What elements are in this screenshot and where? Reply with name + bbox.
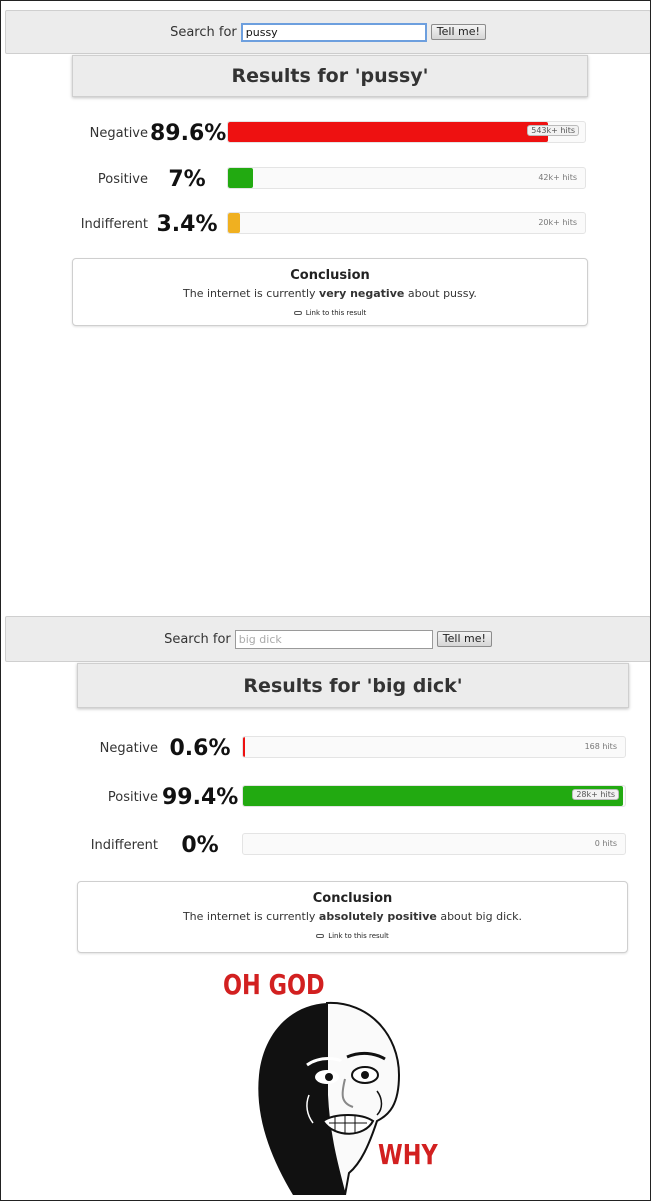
result-screen-1: Search for Tell me! Results for 'pussy' … [0, 0, 651, 600]
conclusion-box: Conclusion The internet is currently ver… [72, 258, 588, 326]
row-positive: Positive 99.4% 28k+ hits [0, 785, 630, 810]
conclusion-text: The internet is currently very negative … [73, 287, 587, 300]
tell-me-button[interactable]: Tell me! [430, 24, 486, 40]
search-bar: Search for Tell me! [5, 10, 651, 54]
conclusion-suffix: about big dick. [440, 910, 523, 923]
conclusion-prefix: The internet is currently [182, 910, 316, 923]
link-icon [316, 934, 325, 938]
link-label: Link to this result [328, 932, 389, 940]
hits-count: 20k+ hits [538, 218, 577, 227]
results-title: Results for 'big dick' [77, 663, 629, 708]
search-input[interactable] [240, 22, 427, 42]
link-to-result[interactable]: Link to this result [78, 932, 627, 940]
conclusion-title: Conclusion [312, 891, 393, 906]
row-label: Negative [89, 126, 148, 141]
conclusion-box: Conclusion The internet is currently abs… [77, 881, 628, 953]
conclusion-text: The internet is currently absolutely pos… [78, 910, 627, 923]
sentiment-bar: 168 hits [242, 736, 626, 758]
search-label: Search for [170, 24, 237, 40]
hits-count: 42k+ hits [538, 173, 577, 182]
sentiment-bar: 42k+ hits [227, 167, 586, 189]
row-percent: 0% [181, 833, 219, 858]
row-indifferent: Indifferent 3.4% 20k+ hits [0, 212, 600, 237]
hits-count: 543k+ hits [527, 125, 579, 136]
sentiment-bar: 0 hits [242, 833, 626, 855]
row-percent: 0.6% [169, 736, 231, 761]
search-bar: Search for Tell me! [5, 616, 651, 662]
row-label: Negative [99, 741, 158, 756]
row-percent: 3.4% [156, 212, 218, 237]
row-negative: Negative 0.6% 168 hits [0, 736, 630, 761]
sentiment-bar-fill [228, 213, 240, 233]
result-screen-2: Search for Tell me! Results for 'big dic… [0, 608, 651, 968]
conclusion-title: Conclusion [290, 268, 370, 283]
sentiment-bar: 28k+ hits [242, 785, 626, 807]
row-percent: 89.6% [150, 121, 227, 146]
hits-count: 0 hits [594, 839, 617, 848]
conclusion-prefix: The internet is currently [183, 287, 316, 300]
row-negative: Negative 89.6% 543k+ hits [0, 121, 600, 146]
hits-count: 28k+ hits [572, 789, 619, 800]
sentiment-bar-fill [228, 122, 548, 142]
sentiment-bar-fill [243, 786, 623, 806]
sentiment-bar-fill [228, 168, 253, 188]
sentiment-bar: 543k+ hits [227, 121, 586, 143]
row-label: Indifferent [90, 838, 158, 853]
conclusion-verdict: absolutely positive [318, 910, 437, 923]
row-positive: Positive 7% 42k+ hits [0, 167, 600, 192]
hits-count: 168 hits [584, 742, 617, 751]
row-indifferent: Indifferent 0% 0 hits [0, 833, 630, 858]
sentiment-bar-fill [243, 737, 245, 757]
meme-bottom-text: WHY [378, 1138, 438, 1171]
conclusion-verdict: very negative [319, 287, 405, 300]
tell-me-button[interactable]: Tell me! [436, 631, 492, 647]
link-to-result[interactable]: Link to this result [73, 309, 587, 317]
search-input[interactable] [234, 629, 433, 649]
results-title: Results for 'pussy' [72, 55, 588, 97]
search-label: Search for [164, 631, 231, 647]
link-icon [293, 311, 302, 315]
oh-god-why-meme: OH GOD WHY [215, 965, 460, 1195]
link-label: Link to this result [305, 309, 367, 317]
sentiment-bar: 20k+ hits [227, 212, 586, 234]
row-label: Positive [107, 790, 158, 805]
row-percent: 7% [168, 167, 206, 192]
conclusion-suffix: about pussy. [407, 287, 477, 300]
row-label: Indifferent [80, 217, 148, 232]
row-percent: 99.4% [162, 785, 239, 810]
row-label: Positive [97, 172, 148, 187]
